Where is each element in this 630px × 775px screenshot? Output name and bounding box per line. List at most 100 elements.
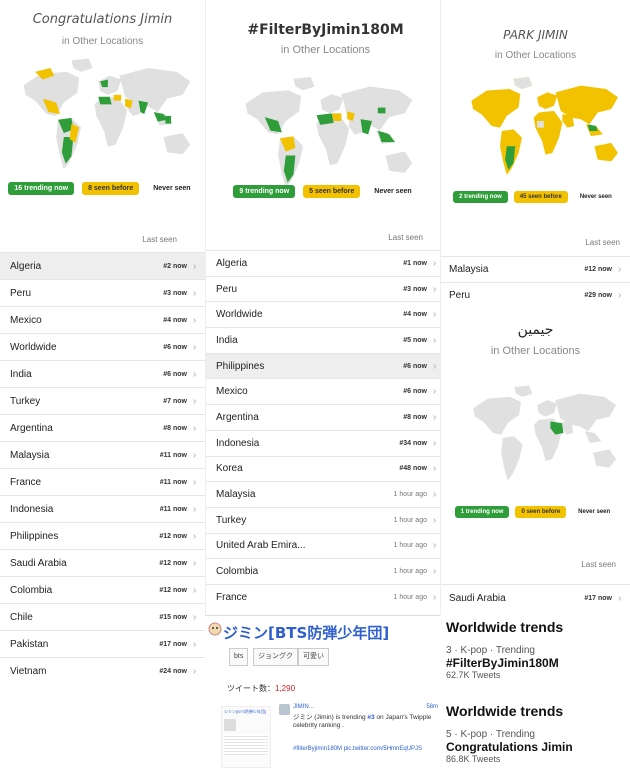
tweet-count: ツイート数：1,290 <box>227 683 295 694</box>
location-name: Worldwide <box>216 309 263 321</box>
list-item[interactable]: Mexico #6 now › <box>206 378 445 404</box>
last-seen-header: Last seen <box>142 235 177 244</box>
list-item[interactable]: Argentina #8 now › <box>206 404 445 430</box>
tweet-avatar[interactable] <box>279 704 290 715</box>
tag-bts[interactable]: bts <box>229 648 249 666</box>
chevron-right-icon: › <box>193 449 197 461</box>
list-item[interactable]: Philippines #12 now › <box>0 522 205 549</box>
list-item[interactable]: Indonesia #34 now › <box>206 429 445 456</box>
list-item[interactable]: Chile #15 now › <box>0 603 205 630</box>
list-item[interactable]: Mexico #4 now › <box>0 306 205 333</box>
list-item[interactable]: Korea #48 now › <box>206 455 445 482</box>
last-seen-header: Last seen <box>388 233 423 242</box>
location-name: Malaysia <box>449 264 489 275</box>
location-name: Worldwide <box>10 341 57 353</box>
location-list: Algeria #1 now › Peru #3 now › Worldwide #4 n… <box>206 250 445 610</box>
location-name: Indonesia <box>216 437 260 449</box>
tweet-count: 86.8K Tweets <box>446 754 501 764</box>
worldwide-trend-card[interactable]: Worldwide trends 3 · K-pop · Trending #F… <box>440 619 630 680</box>
list-item[interactable]: Turkey #7 now › <box>0 387 205 414</box>
trend-status: #11 now <box>159 451 187 459</box>
chevron-right-icon: › <box>193 341 197 353</box>
trend-status: #12 now <box>159 532 187 540</box>
location-name: Saudi Arabia <box>10 557 67 569</box>
location-name: Malaysia <box>10 449 50 461</box>
tweet-link[interactable]: #filterByjimin180M pic.twitter.com/5HmnE… <box>293 746 422 752</box>
list-item[interactable]: Algeria #1 now › <box>206 250 445 276</box>
tweet-user[interactable]: JIMIN… <box>293 704 315 710</box>
tag-jungkook[interactable]: ジョングク <box>253 648 298 666</box>
trend-subtitle: in Other Locations <box>494 50 577 61</box>
list-item[interactable]: United Arab Emira... 1 hour ago › <box>206 532 445 559</box>
list-item[interactable]: France #11 now › <box>0 468 205 495</box>
legend-never-seen: Never seen <box>578 509 611 515</box>
chevron-right-icon: › <box>193 260 197 272</box>
worldwide-trend-card[interactable]: Worldwide trends 5 · K-pop · Trending Co… <box>440 703 630 764</box>
profile-card-thumbnail[interactable]: ジミン[BTS防弾少年団] <box>221 706 271 768</box>
trend-status: #34 now <box>399 439 427 447</box>
tag-cute[interactable]: 可愛い <box>298 648 329 666</box>
location-name: United Arab Emira... <box>216 540 306 552</box>
list-item[interactable]: Colombia #12 now › <box>0 576 205 603</box>
world-map <box>23 58 191 170</box>
worldwide-trends-heading: Worldwide trends <box>446 619 564 635</box>
tweet-time: 58m <box>426 704 438 710</box>
tweet-count-label: ツイート数： <box>227 684 275 693</box>
chevron-right-icon: › <box>193 368 197 380</box>
list-item[interactable]: Malaysia #11 now › <box>0 441 205 468</box>
chevron-right-icon: › <box>618 264 622 275</box>
list-item[interactable]: Indonesia #11 now › <box>0 495 205 522</box>
list-item[interactable]: Philippines #6 now › <box>206 352 445 379</box>
location-name: Colombia <box>10 584 53 596</box>
location-name: Philippines <box>10 530 59 542</box>
chevron-right-icon: › <box>193 287 197 299</box>
trend-status: #6 now <box>403 362 427 370</box>
list-item[interactable]: Saudi Arabia #17 now › <box>441 584 630 612</box>
map-legend: 16 trending now 8 seen before Never seen <box>0 182 205 195</box>
trend-meta: 5 · K-pop · Trending <box>446 729 535 740</box>
legend-seen-before: 0 seen before <box>515 506 567 518</box>
list-item[interactable]: India #6 now › <box>0 360 205 387</box>
list-item[interactable]: Argentina #8 now › <box>0 414 205 441</box>
list-item[interactable]: Peru #29 now › <box>441 282 630 308</box>
location-name: Mexico <box>216 386 248 398</box>
list-item[interactable]: Algeria #2 now › <box>0 252 205 279</box>
trend-status: #12 now <box>159 586 187 594</box>
list-item[interactable]: Worldwide #4 now › <box>206 301 445 327</box>
list-item[interactable]: Colombia 1 hour ago › <box>206 558 445 584</box>
chevron-right-icon: › <box>193 422 197 434</box>
card-text-lines <box>224 734 268 756</box>
trend-name[interactable]: Congratulations Jimin <box>440 740 630 754</box>
list-item[interactable]: Saudi Arabia #12 now › <box>0 549 205 576</box>
trend-status: #17 now <box>584 595 612 602</box>
trend-status: #8 now <box>163 424 187 432</box>
location-name: Mexico <box>10 314 42 326</box>
list-item[interactable]: India #5 now › <box>206 327 445 353</box>
list-item[interactable]: Malaysia 1 hour ago › <box>206 481 445 507</box>
list-item[interactable]: Vietnam #24 now › <box>0 657 205 684</box>
location-name: Peru <box>10 287 32 299</box>
list-item[interactable]: Turkey 1 hour ago › <box>206 506 445 533</box>
location-name: Peru <box>449 290 471 301</box>
location-name: Colombia <box>216 566 259 578</box>
world-map <box>245 76 413 189</box>
list-item[interactable]: France 1 hour ago › <box>206 583 445 610</box>
list-item[interactable]: Peru #3 now › <box>206 275 445 302</box>
trend-title: جيمين <box>517 322 554 338</box>
trend-status: 1 hour ago <box>393 568 427 576</box>
location-name: Philippines <box>216 360 265 372</box>
trend-card-park-jimin: PARK JIMIN in Other Locations 2 trending… <box>440 0 630 310</box>
world-map <box>471 77 618 175</box>
list-item[interactable]: Worldwide #6 now › <box>0 333 205 360</box>
location-name: Malaysia <box>216 489 256 501</box>
location-name: France <box>10 476 42 488</box>
trend-subtitle: in Other Locations <box>490 345 581 357</box>
trend-name[interactable]: #FilterByJimin180M <box>440 656 630 670</box>
location-name: Algeria <box>216 257 248 269</box>
chevron-right-icon: › <box>193 557 197 569</box>
trend-status: #6 now <box>163 343 187 351</box>
list-item[interactable]: Pakistan #17 now › <box>0 630 205 657</box>
list-item[interactable]: Peru #3 now › <box>0 279 205 306</box>
legend-trending-now: 9 trending now <box>233 185 296 198</box>
list-item[interactable]: Malaysia #12 now › <box>441 256 630 282</box>
